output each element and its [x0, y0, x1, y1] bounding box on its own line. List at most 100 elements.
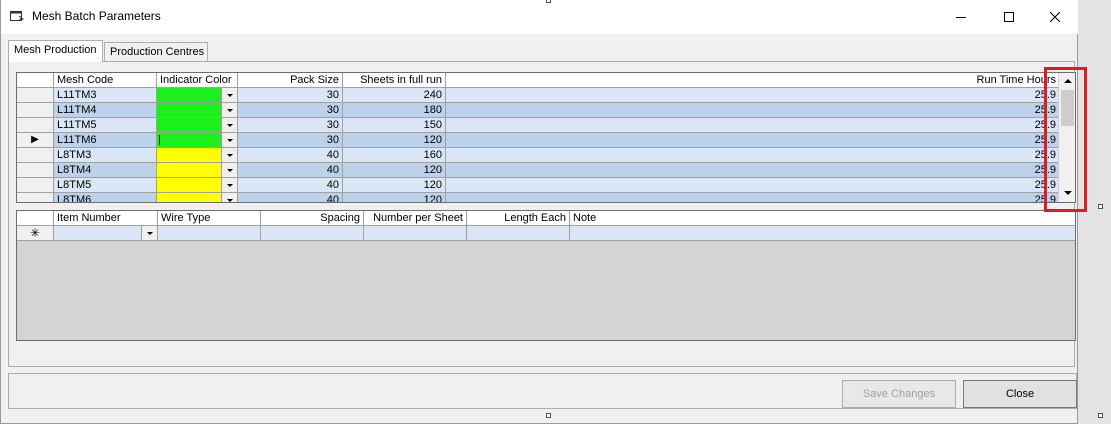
vertical-scrollbar[interactable]: [1058, 73, 1075, 202]
item-detail-grid[interactable]: Item Number Wire Type Spacing Number per…: [16, 210, 1076, 341]
row-selector-current[interactable]: ▶: [17, 133, 54, 148]
table-row-current[interactable]: ▶ L11TM6 30 120 25.9: [17, 133, 1060, 148]
sheets-cell[interactable]: 150: [343, 118, 446, 133]
run-time-cell[interactable]: 25.9: [446, 193, 1060, 202]
column-header[interactable]: Item Number: [54, 211, 158, 226]
scroll-down-button[interactable]: [1059, 185, 1075, 200]
dropdown-button[interactable]: [141, 226, 157, 240]
save-changes-button[interactable]: Save Changes: [842, 380, 956, 408]
pack-size-cell[interactable]: 40: [238, 193, 343, 202]
indicator-color-cell[interactable]: [157, 163, 238, 178]
table-row[interactable]: L8TM6 40 120 25.9: [17, 193, 1060, 202]
scroll-thumb[interactable]: [1061, 90, 1074, 126]
row-selector[interactable]: [17, 193, 54, 202]
run-time-cell[interactable]: 25.9: [446, 133, 1060, 148]
pack-size-cell[interactable]: 30: [238, 103, 343, 118]
mesh-code-cell[interactable]: L11TM4: [54, 103, 157, 118]
indicator-color-cell[interactable]: [157, 148, 238, 163]
pack-size-cell[interactable]: 40: [238, 148, 343, 163]
pack-size-cell[interactable]: 30: [238, 133, 343, 148]
run-time-cell[interactable]: 25.9: [446, 103, 1060, 118]
column-header[interactable]: Mesh Code: [54, 73, 157, 88]
pack-size-cell[interactable]: 30: [238, 88, 343, 103]
row-selector[interactable]: [17, 103, 54, 118]
new-row-selector[interactable]: ✳: [17, 226, 54, 241]
table-row[interactable]: L11TM3 30 240 25.9: [17, 88, 1060, 103]
table-row[interactable]: L8TM3 40 160 25.9: [17, 148, 1060, 163]
column-header[interactable]: Spacing: [261, 211, 364, 226]
column-header[interactable]: Indicator Color: [157, 73, 238, 88]
run-time-cell[interactable]: 25.9: [446, 148, 1060, 163]
pack-size-cell[interactable]: 40: [238, 163, 343, 178]
table-row[interactable]: L11TM5 30 150 25.9: [17, 118, 1060, 133]
resize-handle[interactable]: [546, 0, 551, 3]
row-selector[interactable]: [17, 118, 54, 133]
mesh-code-cell[interactable]: L11TM6: [54, 133, 157, 148]
dropdown-button[interactable]: [221, 193, 237, 202]
row-selector[interactable]: [17, 178, 54, 193]
column-header[interactable]: Run Time Hours: [446, 73, 1060, 88]
sheets-cell[interactable]: 160: [343, 148, 446, 163]
column-header[interactable]: Note: [570, 211, 1075, 226]
column-header[interactable]: Number per Sheet: [364, 211, 467, 226]
sheets-cell[interactable]: 180: [343, 103, 446, 118]
dropdown-button[interactable]: [221, 133, 237, 147]
minimize-button[interactable]: [938, 0, 984, 34]
spacing-cell[interactable]: [261, 226, 364, 241]
resize-handle[interactable]: [546, 413, 551, 418]
indicator-color-cell[interactable]: [157, 133, 238, 148]
mesh-code-cell[interactable]: L8TM4: [54, 163, 157, 178]
mesh-code-cell[interactable]: L11TM3: [54, 88, 157, 103]
sheets-cell[interactable]: 240: [343, 88, 446, 103]
new-row[interactable]: ✳: [17, 226, 1075, 241]
dropdown-button[interactable]: [221, 88, 237, 102]
close-window-button[interactable]: [1032, 0, 1078, 34]
close-button[interactable]: Close: [963, 380, 1077, 408]
dropdown-button[interactable]: [221, 148, 237, 162]
dropdown-button[interactable]: [221, 118, 237, 132]
table-row[interactable]: L11TM4 30 180 25.9: [17, 103, 1060, 118]
mesh-code-cell[interactable]: L11TM5: [54, 118, 157, 133]
number-per-sheet-cell[interactable]: [364, 226, 467, 241]
indicator-color-cell[interactable]: [157, 103, 238, 118]
run-time-cell[interactable]: 25.9: [446, 163, 1060, 178]
pack-size-cell[interactable]: 30: [238, 118, 343, 133]
run-time-cell[interactable]: 25.9: [446, 178, 1060, 193]
row-selector[interactable]: [17, 148, 54, 163]
row-selector[interactable]: [17, 88, 54, 103]
row-selector[interactable]: [17, 163, 54, 178]
item-number-cell[interactable]: [54, 226, 158, 241]
run-time-cell[interactable]: 25.9: [446, 118, 1060, 133]
indicator-color-cell[interactable]: [157, 178, 238, 193]
indicator-color-cell[interactable]: [157, 88, 238, 103]
sheets-cell[interactable]: 120: [343, 193, 446, 202]
dropdown-button[interactable]: [221, 178, 237, 192]
length-each-cell[interactable]: [467, 226, 570, 241]
tab-mesh-production[interactable]: Mesh Production: [8, 40, 103, 62]
mesh-code-cell[interactable]: L8TM5: [54, 178, 157, 193]
resize-handle[interactable]: [1098, 204, 1103, 209]
sheets-cell[interactable]: 120: [343, 178, 446, 193]
tab-production-centres[interactable]: Production Centres: [104, 42, 208, 62]
column-header[interactable]: Wire Type: [158, 211, 261, 226]
column-header[interactable]: Length Each: [467, 211, 570, 226]
indicator-color-cell[interactable]: [157, 118, 238, 133]
scroll-up-button[interactable]: [1059, 73, 1075, 88]
maximize-button[interactable]: [986, 0, 1032, 34]
pack-size-cell[interactable]: 40: [238, 178, 343, 193]
mesh-code-cell[interactable]: L8TM3: [54, 148, 157, 163]
sheets-cell[interactable]: 120: [343, 163, 446, 178]
table-row[interactable]: L8TM4 40 120 25.9: [17, 163, 1060, 178]
column-header[interactable]: Pack Size: [238, 73, 343, 88]
column-header[interactable]: Sheets in full run: [343, 73, 446, 88]
note-cell[interactable]: [570, 226, 1075, 241]
mesh-code-grid[interactable]: Mesh Code Indicator Color Pack Size Shee…: [16, 72, 1076, 203]
resize-handle[interactable]: [1098, 413, 1103, 418]
table-row[interactable]: L8TM5 40 120 25.9: [17, 178, 1060, 193]
sheets-cell[interactable]: 120: [343, 133, 446, 148]
mesh-code-cell[interactable]: L8TM6: [54, 193, 157, 202]
indicator-color-cell[interactable]: [157, 193, 238, 202]
dropdown-button[interactable]: [221, 163, 237, 177]
dropdown-button[interactable]: [221, 103, 237, 117]
run-time-cell[interactable]: 25.9: [446, 88, 1060, 103]
